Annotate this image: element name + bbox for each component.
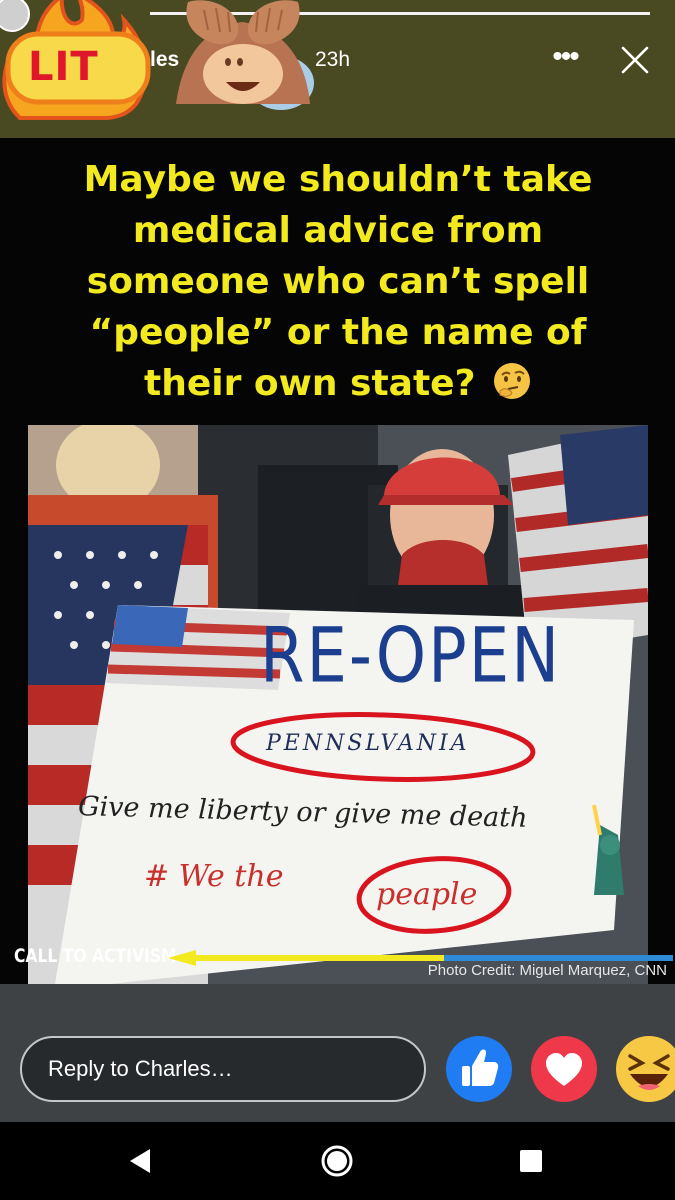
close-icon[interactable] bbox=[619, 44, 651, 76]
heart-icon bbox=[546, 1053, 582, 1086]
android-navbar bbox=[0, 1122, 675, 1200]
call-to-activism-label: CALL TO ACTIVISM bbox=[14, 945, 177, 967]
caption-line: Maybe we shouldn’t take bbox=[83, 159, 593, 200]
caption-line: medical advice from bbox=[132, 210, 544, 251]
lit-sticker: LIT bbox=[0, 0, 156, 120]
sign-hashtag-word: peaple bbox=[376, 877, 478, 912]
lit-label: LIT bbox=[28, 44, 99, 90]
story-post[interactable]: Maybe we shouldn’t take medical advice f… bbox=[0, 138, 675, 1065]
caption-line-text: their own state? bbox=[143, 363, 476, 404]
sign-title: RE-OPEN bbox=[260, 613, 562, 701]
thumbs-up-icon bbox=[462, 1049, 499, 1086]
home-icon[interactable] bbox=[316, 1140, 358, 1182]
caption-line: someone who can’t spell bbox=[86, 261, 590, 302]
haha-reaction-button[interactable] bbox=[616, 1036, 675, 1102]
love-reaction-button[interactable] bbox=[531, 1036, 597, 1102]
reply-input[interactable] bbox=[20, 1036, 426, 1102]
back-icon[interactable] bbox=[120, 1140, 162, 1182]
caption-line: “people” or the name of bbox=[89, 312, 587, 353]
sign-hashtag: # We the bbox=[144, 859, 284, 894]
reply-bar bbox=[0, 984, 675, 1122]
more-horizontal-icon[interactable]: ••• bbox=[548, 42, 582, 76]
caption-line: their own state? bbox=[18, 358, 658, 409]
recents-icon[interactable] bbox=[510, 1140, 552, 1182]
see-no-evil-monkey-icon bbox=[176, 0, 310, 104]
post-timestamp: 23h bbox=[315, 48, 351, 71]
thinking-face-icon bbox=[494, 363, 531, 399]
sign-state: PENNSLVANIA bbox=[266, 731, 470, 756]
laughing-face-icon bbox=[628, 1054, 670, 1090]
like-reaction-button[interactable] bbox=[446, 1036, 512, 1102]
meme-caption: Maybe we shouldn’t take medical advice f… bbox=[18, 154, 658, 409]
photo-credit: Photo Credit: Miguel Marquez, CNN bbox=[427, 962, 667, 979]
